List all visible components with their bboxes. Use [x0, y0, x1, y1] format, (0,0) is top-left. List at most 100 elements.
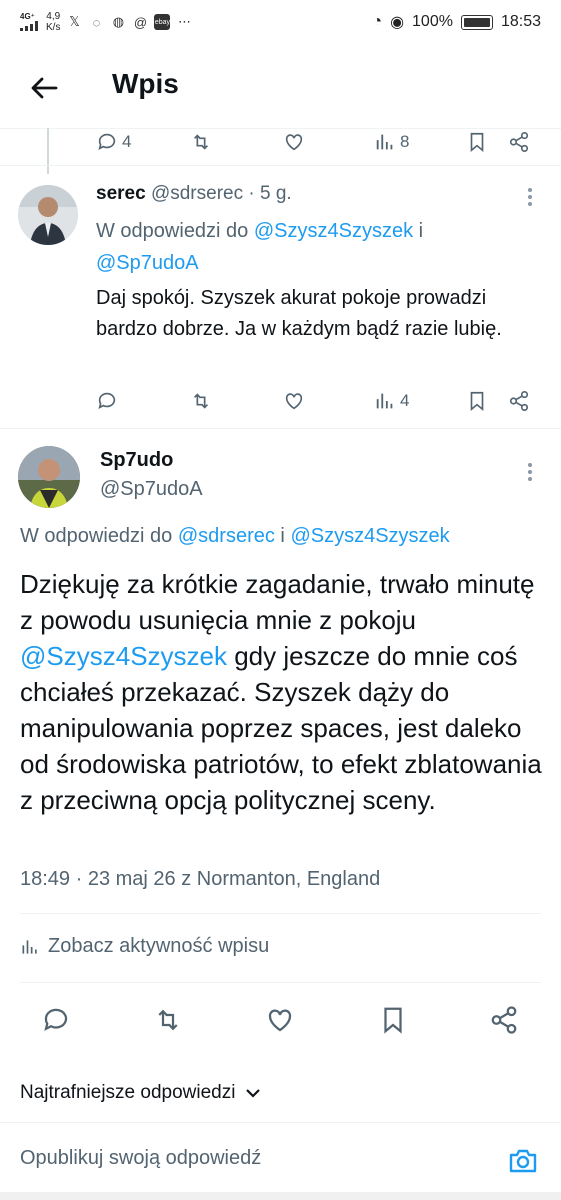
like-button[interactable] — [264, 1004, 296, 1036]
network-type: 4G⁺ — [20, 11, 35, 21]
views-button[interactable]: 4 — [374, 390, 409, 412]
repost-icon — [158, 1009, 178, 1031]
chart-icon — [22, 939, 37, 954]
avatar[interactable] — [18, 446, 80, 508]
bookmark-button[interactable] — [377, 1004, 409, 1036]
reply-to-join: i — [274, 525, 291, 547]
heart-icon — [285, 134, 303, 151]
reply-icon — [44, 1008, 68, 1031]
avatar-image — [18, 185, 78, 245]
reply-compose-input[interactable]: Opublikuj swoją odpowiedź — [20, 1147, 490, 1170]
back-button[interactable] — [28, 72, 60, 104]
status-bar: 4G⁺ 4,9 K/s 𝕏 ◌ ◍ @ ebay ⋯ ◔ ◉ 100% 18:5… — [0, 0, 561, 44]
heart-icon — [268, 1009, 292, 1032]
sort-label: Najtrafniejsze odpowiedzi — [20, 1082, 236, 1103]
reply-to-label: W odpowiedzi do — [20, 525, 178, 547]
divider — [0, 165, 561, 166]
signal-icon — [20, 20, 38, 31]
reply-icon — [98, 133, 116, 150]
messenger-icon: ◍ — [112, 14, 125, 29]
divider — [0, 428, 561, 429]
speed-value: 4,9 — [46, 11, 61, 22]
share-button[interactable] — [508, 131, 530, 153]
share-icon — [509, 391, 529, 411]
page-title: Wpis — [112, 68, 179, 99]
battery-percent: 100% — [412, 13, 453, 30]
author-handle-time: @sdrserec · 5 g. — [150, 183, 292, 204]
reply-to-join: i — [413, 220, 424, 242]
threads-icon: @ — [133, 14, 148, 30]
status-left: 4G⁺ 4,9 K/s 𝕏 ◌ ◍ @ ebay ⋯ — [20, 11, 192, 33]
bookmark-button[interactable] — [466, 390, 488, 412]
share-icon — [491, 1006, 517, 1034]
mention-link[interactable]: @Szysz4Szyszek — [20, 641, 227, 671]
reply-to-line: W odpowiedzi do @Szysz4Szyszek i @Sp7udo… — [96, 215, 516, 279]
avatar-image — [18, 446, 80, 508]
more-options-button[interactable] — [518, 185, 542, 209]
sort-replies-dropdown[interactable]: Najtrafniejsze odpowiedzi — [20, 1082, 261, 1104]
thread-line — [47, 128, 49, 174]
share-button[interactable] — [488, 1004, 520, 1036]
reply-button[interactable] — [96, 390, 118, 412]
repost-button[interactable] — [190, 390, 212, 412]
reply-tweet-actions: 4 — [96, 386, 536, 416]
repost-icon — [193, 134, 209, 150]
reply-to-line: W odpowiedzi do @sdrserec i @Szysz4Szysz… — [20, 525, 450, 548]
share-icon — [509, 132, 529, 152]
tweet-text-part: Dziękuję za krótkie zagadanie, trwało mi… — [20, 569, 535, 635]
camera-button[interactable] — [505, 1143, 541, 1179]
share-button[interactable] — [508, 390, 530, 412]
like-button[interactable] — [283, 390, 305, 412]
mention-link[interactable]: @Szysz4Szyszek — [290, 525, 449, 547]
author-name[interactable]: serec — [96, 183, 146, 204]
main-tweet-actions — [0, 1000, 561, 1044]
reply-to-label: W odpowiedzi do — [96, 220, 254, 242]
header: Wpis — [0, 58, 561, 118]
more-options-button[interactable] — [518, 460, 542, 484]
eye-icon: ◉ — [390, 14, 405, 31]
views-count: 8 — [400, 132, 410, 151]
camera-icon — [509, 1149, 537, 1173]
clock: 18:53 — [500, 13, 541, 30]
reply-button[interactable]: 4 — [96, 131, 131, 153]
reply-count: 4 — [122, 132, 132, 151]
chart-icon — [376, 134, 393, 150]
more-icon: ⋯ — [177, 14, 191, 29]
activity-label: Zobacz aktywność wpisu — [48, 935, 270, 957]
author-name[interactable]: Sp7udo — [100, 449, 173, 472]
mention-link[interactable]: @Sp7udoA — [96, 252, 199, 274]
status-right: ◔ ◉ 100% 18:53 — [372, 12, 541, 32]
mention-link[interactable]: @sdrserec — [178, 525, 275, 547]
divider — [20, 982, 541, 983]
reply-tweet-text: Daj spokój. Szyszek akurat pokoje prowad… — [96, 287, 502, 340]
reply-button[interactable] — [40, 1004, 72, 1036]
network-speed: 4,9 K/s — [46, 11, 60, 33]
author-handle[interactable]: @Sp7udoA — [100, 478, 203, 501]
divider — [20, 913, 541, 914]
reply-icon — [98, 392, 116, 409]
repost-button[interactable] — [152, 1004, 184, 1036]
network-indicator: 4G⁺ — [20, 12, 40, 33]
tweet-text: Dziękuję za krótkie zagadanie, trwało mi… — [20, 566, 545, 818]
battery-icon — [460, 14, 493, 30]
divider — [0, 1122, 561, 1123]
compose-underline — [0, 1192, 561, 1200]
x-icon: 𝕏 — [69, 14, 80, 29]
chart-icon — [376, 393, 393, 409]
views-count: 4 — [400, 391, 410, 410]
more-vertical-icon — [528, 463, 532, 481]
bookmark-icon — [470, 132, 484, 153]
arrow-left-icon — [31, 77, 58, 99]
speed-unit: K/s — [46, 22, 61, 33]
bookmark-button[interactable] — [466, 131, 488, 153]
views-button[interactable]: 8 — [374, 131, 409, 153]
repost-button[interactable] — [190, 131, 212, 153]
more-vertical-icon — [528, 188, 532, 206]
avatar[interactable] — [18, 185, 78, 245]
reply-tweet-header: serec @sdrserec · 5 g. — [96, 183, 292, 205]
like-button[interactable] — [283, 131, 305, 153]
mention-link[interactable]: @Szysz4Szyszek — [254, 220, 413, 242]
view-activity-link[interactable]: Zobacz aktywność wpisu — [20, 935, 269, 958]
ebay-icon: ebay — [154, 14, 171, 30]
chevron-down-icon — [246, 1089, 261, 1098]
